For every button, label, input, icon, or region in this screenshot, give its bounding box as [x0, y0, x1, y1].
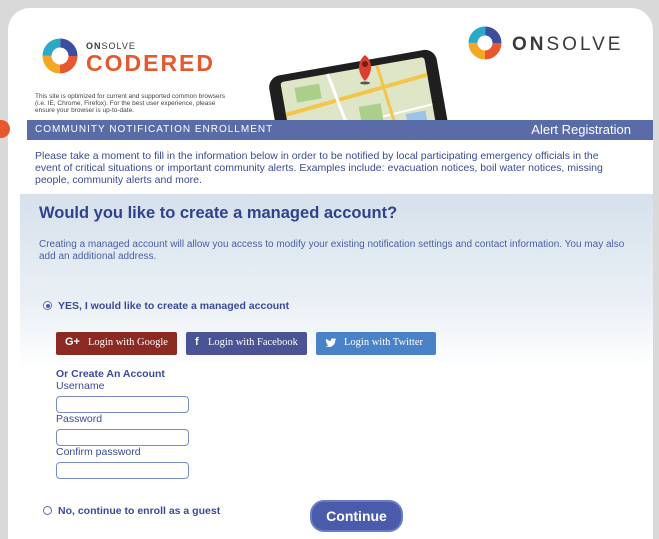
password-input[interactable] [56, 429, 189, 446]
managed-account-panel: Would you like to create a managed accou… [20, 194, 653, 539]
password-label: Password [56, 413, 103, 425]
login-twitter-button[interactable]: Login with Twitter [316, 332, 436, 355]
managed-account-radio[interactable] [43, 301, 52, 310]
codered-wordmark: CODERED [86, 50, 216, 76]
header: ONSOLVE CODERED ONSOLVE This site is opt… [8, 8, 653, 133]
username-label: Username [56, 380, 105, 392]
onsolve-wordmark: ONSOLVE [512, 34, 624, 55]
login-facebook-button[interactable]: f Login with Facebook [186, 332, 307, 355]
managed-account-title: Would you like to create a managed accou… [39, 204, 398, 222]
section-bar: COMMUNITY NOTIFICATION ENROLLMENT Alert … [27, 120, 653, 140]
codered-ring-icon [42, 38, 78, 74]
guest-radio[interactable] [43, 506, 52, 515]
managed-account-description: Creating a managed account will allow yo… [39, 239, 625, 262]
bar-title: COMMUNITY NOTIFICATION ENROLLMENT [35, 124, 274, 135]
browser-note: This site is optimized for current and s… [35, 93, 226, 114]
login-facebook-label: Login with Facebook [208, 337, 298, 348]
login-twitter-label: Login with Twitter [344, 337, 423, 348]
onsolve-ring-icon [468, 26, 502, 60]
bar-subtitle: Alert Registration [531, 122, 631, 137]
managed-account-label[interactable]: YES, I would like to create a managed ac… [58, 300, 289, 312]
enrollment-card: ONSOLVE CODERED ONSOLVE This site is opt… [8, 8, 653, 539]
username-input[interactable] [56, 396, 189, 413]
login-google-label: Login with Google [88, 337, 168, 348]
twitter-icon [325, 338, 337, 348]
continue-button[interactable]: Continue [310, 500, 403, 532]
confirm-password-label: Confirm password [56, 446, 141, 458]
login-google-button[interactable]: G+ Login with Google [56, 332, 177, 355]
google-plus-icon: G+ [65, 336, 80, 348]
intro-text: Please take a moment to fill in the info… [35, 150, 603, 186]
create-account-heading: Or Create An Account [56, 368, 165, 380]
confirm-password-input[interactable] [56, 462, 189, 479]
guest-label[interactable]: No, continue to enroll as a guest [58, 505, 220, 517]
facebook-icon: f [195, 336, 199, 348]
